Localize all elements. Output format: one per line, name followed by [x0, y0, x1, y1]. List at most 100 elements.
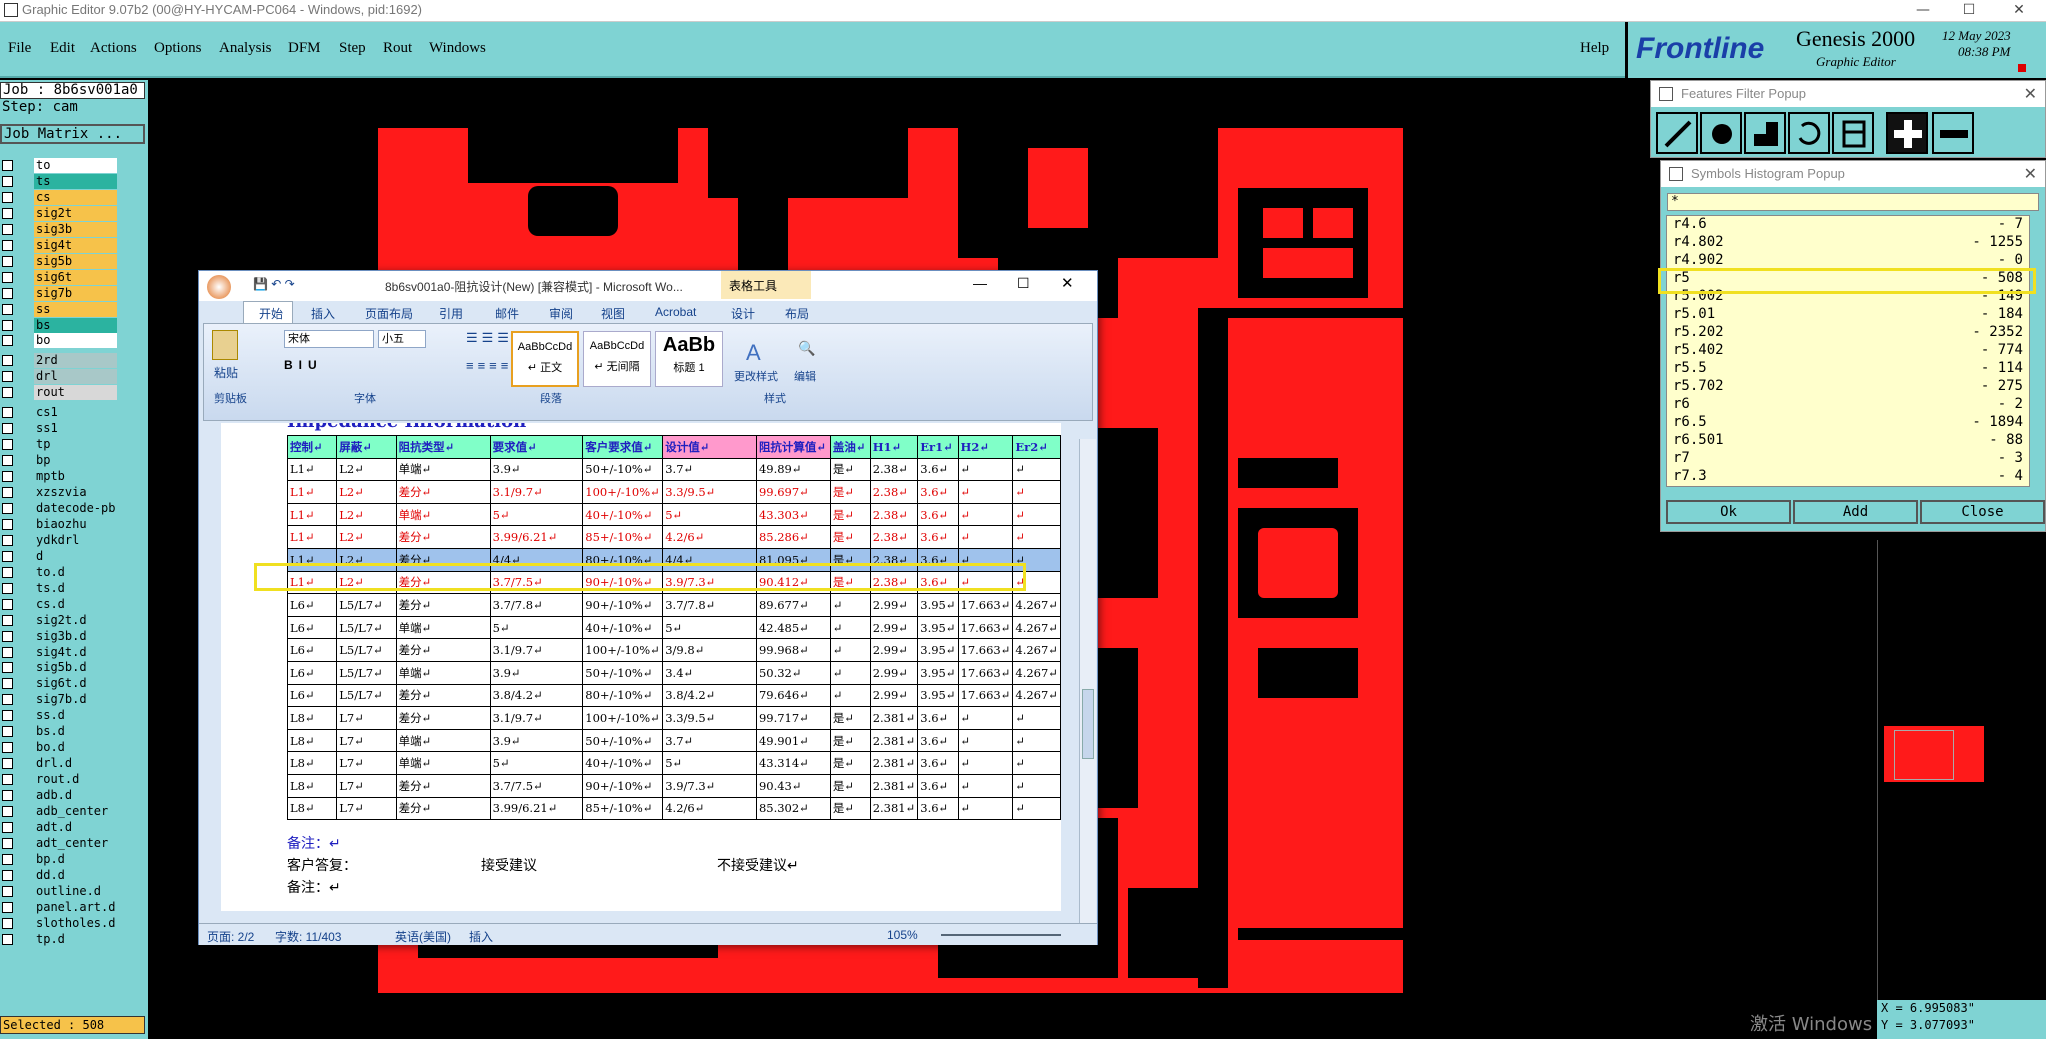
layer-row[interactable]: 2rd [2, 353, 117, 369]
layer-checkbox[interactable] [2, 774, 13, 786]
layer-name[interactable]: ts [34, 173, 117, 189]
layer-checkbox[interactable] [2, 869, 13, 881]
table-cell[interactable]: 单端↵ [395, 457, 491, 482]
layer-row[interactable]: drl [2, 369, 117, 385]
layer-checkbox[interactable] [2, 710, 13, 722]
layer-checkbox[interactable] [2, 933, 13, 945]
scroll-thumb[interactable] [1082, 689, 1094, 759]
layer-row[interactable]: ss [2, 301, 117, 317]
filter-remove-button[interactable] [1932, 112, 1974, 154]
table-cell[interactable]: 3.6↵ [917, 525, 959, 549]
layer-checkbox[interactable] [2, 582, 13, 594]
histogram-row[interactable]: r5.01 - 184 [1673, 305, 2023, 323]
table-row[interactable]: L8↵ L7↵ 差分↵ 3.7/7.5↵ 90+/-10%↵ 3.9/7.3↵ 90.43↵… [286, 773, 1061, 798]
layer-checkbox[interactable] [2, 371, 13, 383]
layer-name[interactable]: bp [34, 453, 117, 469]
tab-layout[interactable]: 布局 [785, 305, 809, 322]
layer-name[interactable]: ss1 [34, 421, 117, 437]
layer-checkbox[interactable] [2, 901, 13, 913]
table-cell[interactable]: 40+/-10%↵ [582, 502, 664, 527]
layer-checkbox[interactable] [2, 678, 13, 690]
table-cell[interactable]: 2.381↵ [869, 751, 919, 775]
menu-file[interactable]: File [8, 40, 31, 57]
table-row[interactable]: L6↵ L5/L7↵ 单端↵ 5↵ 40+/-10%↵ 5↵ 42.485↵ ↵ 2.99↵ 3.… [286, 615, 1061, 640]
layer-checkbox[interactable] [2, 439, 13, 451]
layer-name[interactable]: ss.d [34, 708, 117, 724]
table-cell[interactable]: L5/L7↵ [336, 615, 397, 640]
table-header-cell[interactable]: H2↵ [957, 435, 1014, 459]
histogram-row[interactable]: r5.402 - 774 [1673, 341, 2023, 359]
table-cell[interactable]: 差分↵ [395, 796, 491, 821]
table-cell[interactable]: 2.99↵ [869, 593, 919, 617]
symbol-filter-input[interactable]: * [1667, 193, 2039, 211]
table-cell[interactable]: 是↵ [829, 751, 871, 775]
table-cell[interactable]: 90+/-10%↵ [582, 773, 664, 798]
table-cell[interactable]: L1↵ [286, 480, 338, 504]
layer-checkbox[interactable] [2, 518, 13, 530]
table-header-cell[interactable]: 要求值↵ [489, 435, 584, 459]
table-cell[interactable]: 2.381↵ [869, 773, 919, 798]
layer-name[interactable]: ts.d [34, 580, 117, 596]
job-matrix-button[interactable]: Job Matrix ... [0, 124, 145, 144]
table-cell[interactable]: 3.6↵ [917, 751, 959, 775]
table-cell[interactable]: L8↵ [286, 796, 338, 821]
layer-row[interactable]: sig7b.d [2, 692, 117, 708]
layer-checkbox[interactable] [2, 160, 13, 171]
table-cell[interactable]: 3.95↵ [917, 615, 959, 640]
view-window-frame[interactable] [1894, 730, 1954, 780]
close-popup-button[interactable]: Close [1920, 500, 2045, 524]
histogram-row[interactable]: r4.802 - 1255 [1673, 233, 2023, 251]
table-cell[interactable]: 3.9↵ [489, 728, 584, 753]
layer-name[interactable]: cs [34, 189, 117, 205]
table-cell[interactable]: 3.7/7.8↵ [489, 593, 584, 617]
layer-checkbox[interactable] [2, 255, 13, 267]
layer-row[interactable]: to.d [2, 564, 117, 580]
table-cell[interactable]: ↵ [957, 773, 1014, 798]
table-cell[interactable]: ↵ [1012, 706, 1061, 730]
word-close-icon[interactable]: ✕ [1061, 274, 1074, 292]
table-cell[interactable]: 5↵ [662, 615, 757, 640]
layer-row[interactable]: dd.d [2, 867, 117, 883]
layer-name[interactable]: sig2t.d [34, 612, 117, 628]
menu-actions[interactable]: Actions [90, 40, 137, 57]
table-cell[interactable]: L7↵ [336, 751, 397, 775]
language-indicator[interactable]: 英语(美国) [395, 928, 451, 945]
table-cell[interactable]: 85.286↵ [755, 525, 831, 549]
layer-row[interactable]: adt_center [2, 835, 117, 851]
table-cell[interactable]: 是↵ [829, 706, 871, 730]
layer-row[interactable]: bp [2, 453, 117, 469]
table-cell[interactable]: L5/L7↵ [336, 683, 397, 708]
table-cell[interactable]: 3.7↵ [662, 728, 757, 753]
table-cell[interactable]: 4.267↵ [1012, 615, 1061, 640]
table-row[interactable]: L8↵ L7↵ 差分↵ 3.99/6.21↵ 85+/-10%↵ 4.2/6↵ 85.302… [286, 796, 1061, 821]
layer-checkbox[interactable] [2, 614, 13, 626]
layer-checkbox[interactable] [2, 758, 13, 770]
table-cell[interactable]: 4.2/6↵ [662, 525, 757, 549]
table-cell[interactable]: ↵ [957, 728, 1014, 753]
table-cell[interactable]: 99.717↵ [755, 706, 831, 730]
layer-name[interactable]: datecode-pb [34, 500, 117, 516]
histogram-row[interactable]: r7 - 3 [1673, 449, 2023, 467]
layer-row[interactable]: bs [2, 317, 117, 333]
table-cell[interactable]: L6↵ [286, 615, 338, 640]
table-cell[interactable]: L1↵ [286, 457, 338, 482]
layer-name[interactable]: mptb [34, 469, 117, 485]
layer-name[interactable]: bo.d [34, 740, 117, 756]
table-cell[interactable]: 是↵ [829, 502, 871, 527]
menu-windows[interactable]: Windows [429, 40, 486, 57]
table-cell[interactable]: 5↵ [662, 502, 757, 527]
layer-row[interactable]: rout [2, 385, 117, 401]
accept-option[interactable]: 接受建议 [481, 855, 537, 875]
table-cell[interactable]: 差分↵ [395, 773, 491, 798]
layer-checkbox[interactable] [2, 287, 13, 299]
table-cell[interactable]: 17.663↵ [957, 593, 1014, 617]
layer-row[interactable]: ss.d [2, 708, 117, 724]
table-cell[interactable]: ↵ [829, 683, 871, 708]
quick-access-icons[interactable]: 💾 ↶ ↷ [253, 277, 295, 291]
layer-checkbox[interactable] [2, 534, 13, 546]
table-cell[interactable]: L8↵ [286, 773, 338, 798]
tab-mailings[interactable]: 邮件 [495, 305, 519, 322]
table-cell[interactable]: 3.6↵ [917, 773, 959, 798]
layer-name[interactable]: adt_center [34, 835, 117, 851]
table-cell[interactable]: 17.663↵ [957, 683, 1014, 708]
